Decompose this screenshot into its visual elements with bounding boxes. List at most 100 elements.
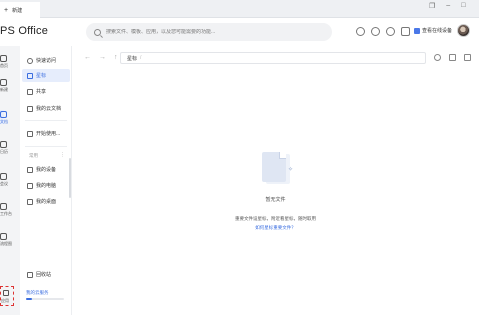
plus-icon: + xyxy=(4,6,9,14)
rail-item-calendar[interactable]: 日历 xyxy=(0,138,20,162)
restore-icon[interactable]: ❐ xyxy=(429,2,435,14)
breadcrumb-current: 星标 xyxy=(127,55,138,62)
online-devices-label: 查看在线设备 xyxy=(422,28,453,34)
minimize-icon[interactable]: – xyxy=(446,2,450,14)
more-icon[interactable]: ⋮ xyxy=(60,152,65,158)
online-devices-button[interactable]: 查看在线设备 xyxy=(414,27,452,34)
back-icon[interactable]: ← xyxy=(84,54,91,61)
tab-new[interactable]: + 新建 xyxy=(0,2,40,18)
calendar-icon xyxy=(0,141,7,148)
empty-state-help-link[interactable]: 如何星标重要文件？ xyxy=(72,225,479,231)
rail-item-label: 会议 xyxy=(0,181,8,186)
cloud-icon xyxy=(27,105,33,112)
share-icon xyxy=(27,88,33,95)
cloud-space-progress-fill xyxy=(26,298,32,300)
nav-arrows: ← → ↑ xyxy=(84,54,118,61)
settings-icon[interactable] xyxy=(386,27,395,36)
sidebar-item-label: 我的桌面 xyxy=(36,199,57,205)
sidebar-scrollbar[interactable] xyxy=(69,158,71,198)
maximize-icon[interactable]: □ xyxy=(461,2,465,14)
sidebar-item-recycle-bin[interactable]: 回收站 xyxy=(22,268,70,281)
search-icon xyxy=(94,28,101,36)
rail-item-label: 日历 xyxy=(0,149,8,154)
window-controls: ❐ – □ xyxy=(429,2,465,14)
home-icon xyxy=(0,55,7,62)
forward-icon[interactable]: → xyxy=(99,54,106,61)
title-bar: + 新建 ❐ – □ xyxy=(0,0,479,18)
sidebar-item-label: 回收站 xyxy=(36,272,52,278)
list-view-icon[interactable] xyxy=(449,54,456,61)
cloud-space-progress xyxy=(26,298,64,300)
sidebar-item-label: 星标 xyxy=(36,73,47,79)
app-logo: PS Office xyxy=(0,25,49,37)
tab-label: 新建 xyxy=(12,7,23,14)
cloud-space-link[interactable]: 我的云服务 xyxy=(26,290,49,296)
empty-state-title: 暂无文件 xyxy=(265,197,286,203)
main-content: ← → ↑ 星标 / ✧ 暂无文件 重要文件设星标，附近看星标，随时取用 如何星… xyxy=(72,46,479,315)
avatar[interactable] xyxy=(457,24,470,37)
flowchart-icon xyxy=(0,233,7,240)
folder-icon xyxy=(27,130,33,137)
breadcrumb[interactable]: 星标 / xyxy=(120,52,426,64)
rail-item-new[interactable]: 新建 xyxy=(0,76,20,100)
message-icon[interactable] xyxy=(401,27,410,36)
skin-icon[interactable] xyxy=(371,27,380,36)
device-sync-icon xyxy=(414,27,420,34)
empty-file-illustration xyxy=(262,152,286,182)
rail-item-docs[interactable]: 文档 xyxy=(0,108,20,132)
rail-item-label: 流程图 xyxy=(0,241,12,246)
device-icon xyxy=(27,166,33,173)
trash-icon xyxy=(27,271,33,278)
sidebar-item-label: 我的云文档 xyxy=(36,106,62,112)
rail-item-workbench[interactable]: 工作台 xyxy=(0,200,20,224)
rail-item-meeting[interactable]: 会议 xyxy=(0,170,20,194)
sidebar-item-cloud-docs[interactable]: 我的云文档 xyxy=(22,102,70,115)
sidebar-item-my-desktop[interactable]: 我的桌面 xyxy=(22,195,70,208)
sparkle-icon: ✧ xyxy=(288,167,294,173)
workbench-icon xyxy=(0,203,7,210)
empty-state-description: 重要文件设星标，附近看星标，随时取用 xyxy=(235,216,316,221)
header-icons xyxy=(356,27,410,36)
rail-item-label: 首页 xyxy=(0,63,8,68)
sidebar-item-shared[interactable]: 共享 xyxy=(22,85,70,98)
rail-item-home[interactable]: 首页 xyxy=(0,52,20,76)
sidebar-item-label: 开始使用... xyxy=(36,131,61,137)
document-icon xyxy=(0,111,7,118)
up-icon[interactable]: ↑ xyxy=(114,54,118,61)
rail-item-apps[interactable]: 应用 xyxy=(0,286,14,306)
rail-item-label: 文档 xyxy=(0,119,8,124)
sidebar-item-label: 共享 xyxy=(36,89,47,95)
sidebar-item-getting-started[interactable]: 开始使用... xyxy=(22,127,70,140)
apps-icon xyxy=(3,290,9,296)
sidebar-item-my-device[interactable]: 我的设备 xyxy=(22,163,70,176)
rail-item-label: 应用 xyxy=(1,298,9,303)
rail-item-label: 工作台 xyxy=(0,211,12,216)
desktop-icon xyxy=(27,198,33,205)
breadcrumb-separator: / xyxy=(140,55,142,61)
clock-icon xyxy=(27,57,33,64)
new-icon xyxy=(0,79,7,86)
view-controls xyxy=(434,54,471,61)
refresh-icon[interactable] xyxy=(434,54,441,61)
app-window: + 新建 ❐ – □ PS Office 查看在线设备 首 xyxy=(0,0,479,315)
search-box[interactable] xyxy=(86,23,332,41)
rail-item-flowchart[interactable]: 流程图 xyxy=(0,230,20,254)
header-bar: PS Office 查看在线设备 xyxy=(0,18,479,46)
sidebar-item-my-computer[interactable]: 我的电脑 xyxy=(22,179,70,192)
sidebar-item-quick-access[interactable]: 快速访问 xyxy=(22,54,70,67)
sidebar: 快速访问 星标 共享 我的云文档 开始使用... 常用 ⋮ 我的设备 我的电脑 xyxy=(20,46,72,315)
sidebar-divider xyxy=(25,146,67,147)
sidebar-item-label: 我的设备 xyxy=(36,167,57,173)
star-icon xyxy=(27,72,33,79)
section-title: 常用 xyxy=(29,153,38,158)
left-rail: 首页 新建 文档 日历 会议 工作台 流程图 应用 xyxy=(0,46,20,315)
sidebar-item-starred[interactable]: 星标 xyxy=(22,69,70,82)
sidebar-item-label: 快速访问 xyxy=(36,58,57,64)
search-input[interactable] xyxy=(106,29,306,35)
meeting-icon xyxy=(0,173,7,180)
sort-icon[interactable] xyxy=(464,54,471,61)
sidebar-item-label: 我的电脑 xyxy=(36,183,57,189)
sidebar-divider xyxy=(25,120,67,121)
rail-item-label: 新建 xyxy=(0,87,8,92)
sync-icon[interactable] xyxy=(356,27,365,36)
